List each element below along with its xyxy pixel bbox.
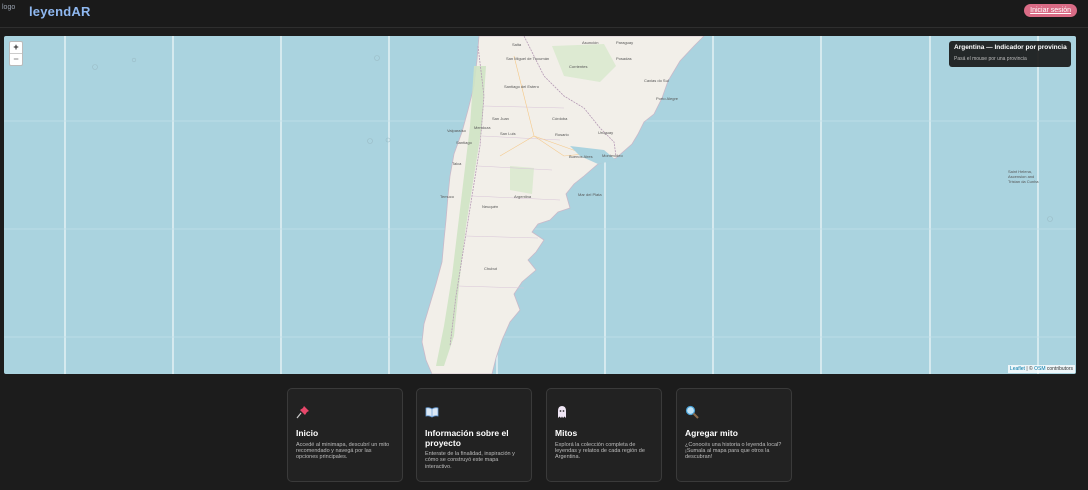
card-description: ¿Conocés una historia o leyenda local? ¡… [685, 441, 782, 461]
map-label: Talca [452, 161, 462, 166]
map-label: Salta [512, 42, 522, 47]
card-agregar-mito[interactable]: Agregar mito ¿Conocés una historia o ley… [676, 388, 792, 482]
info-subtitle: Pasá el mouse por una provincia [954, 56, 1027, 62]
map-label: Santiago del Estero [504, 84, 539, 89]
card-title: Agregar mito [685, 428, 738, 438]
card-inicio[interactable]: Inicio Accedé al minimapa, descubrí un m… [287, 388, 403, 482]
ghost-icon [558, 406, 566, 418]
card-description: Enterate de la finalidad, inspiración y … [425, 451, 515, 470]
map-label: Caxias do Sul [644, 78, 669, 83]
osm-link[interactable]: OSM [1034, 366, 1045, 372]
map-label: Paraguay [616, 40, 634, 45]
card-description: Explorá la colección completa de leyenda… [555, 441, 645, 461]
map-label: San Luis [500, 131, 516, 136]
attribution-sep: | © [1024, 366, 1035, 372]
info-title: Argentina — Indicador por provincia [954, 44, 1067, 51]
card-title: Mitos [555, 428, 578, 438]
card-description: Accedé al minimapa, descubrí un mito rec… [296, 441, 390, 461]
map-label: Temuco [440, 194, 455, 199]
map-label: Argentina [514, 194, 532, 199]
pushpin-icon [296, 406, 309, 419]
map-label: Saint Helena, Ascension and Tristan da C… [1008, 169, 1039, 184]
map-label: Neuquén [482, 204, 499, 209]
login-button[interactable]: Iniciar sesión [1024, 4, 1077, 17]
card-title: Inicio [296, 428, 319, 438]
map-container[interactable]: Salta Asunción San Miguel de Tucumán Cor… [4, 36, 1076, 374]
map-label: San Miguel de Tucumán [506, 56, 550, 61]
map-label: Córdoba [552, 116, 568, 121]
attribution-rest: contributors [1045, 366, 1073, 372]
zoom-control: + − [9, 41, 23, 66]
province-info-box: Argentina — Indicador por provincia Pasá… [949, 41, 1071, 67]
magnifier-icon [685, 405, 699, 419]
card-info-proyecto[interactable]: Información sobre el proyecto Enterate d… [416, 388, 532, 482]
map-label: Porto Alegre [656, 96, 679, 101]
card-title: Información sobre el proyecto [425, 428, 509, 448]
zoom-out-button[interactable]: − [10, 53, 22, 65]
map-tiles [4, 36, 1076, 374]
map-label: Valparaíso [447, 128, 466, 133]
map-label: Asunción [582, 40, 599, 45]
map-label: Rosario [555, 132, 569, 137]
map-label: Corrientes [569, 64, 588, 69]
map-label: Uruguay [598, 130, 614, 135]
top-bar: logo leyendAR Iniciar sesión [0, 0, 1088, 28]
map-label: Montevideo [602, 153, 623, 158]
map-label: Posadas [616, 56, 632, 61]
card-mitos[interactable]: Mitos Explorá la colección completa de l… [546, 388, 662, 482]
zoom-in-button[interactable]: + [10, 42, 22, 53]
map-label: Buenos Aires [569, 154, 593, 159]
brand-name[interactable]: leyendAR [29, 4, 91, 19]
map-label: Santiago [456, 140, 472, 145]
map-label: Mendoza [474, 125, 491, 130]
map-label: San Juan [492, 116, 509, 121]
map-label: Mar del Plata [578, 192, 602, 197]
logo-image: logo [2, 4, 16, 11]
map-label: Chubut [484, 266, 497, 271]
book-icon [425, 407, 439, 418]
map-attribution: Leaflet | © OSM contributors [1007, 365, 1075, 373]
leaflet-link[interactable]: Leaflet [1010, 366, 1025, 372]
